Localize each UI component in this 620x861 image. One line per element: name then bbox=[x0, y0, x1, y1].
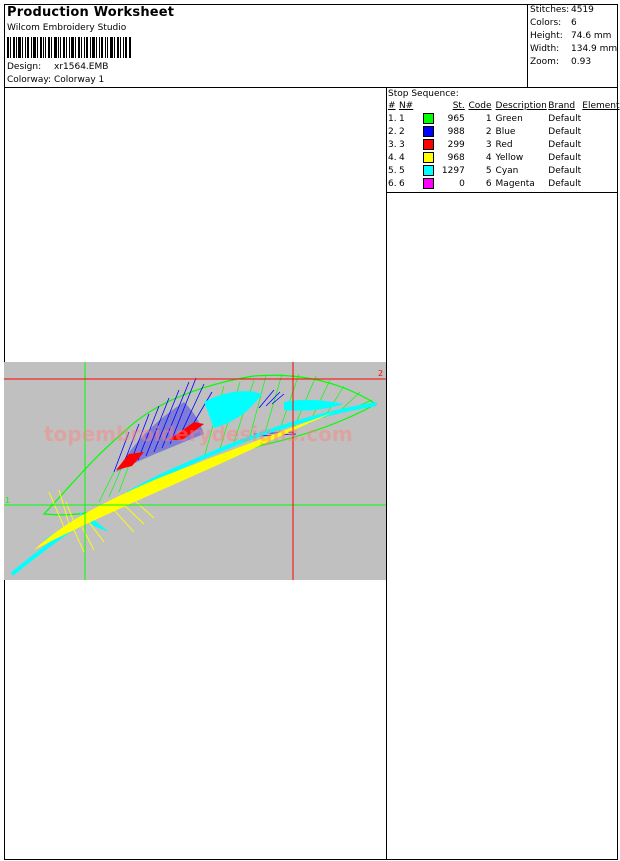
color-swatch bbox=[422, 152, 434, 163]
table-row: 1. 1 965 1 Green Default bbox=[388, 113, 582, 124]
table-row: 3. 3 299 3 Red Default bbox=[388, 139, 582, 150]
table-row: 4. 4 968 4 Yellow Default bbox=[388, 152, 582, 163]
marker-left: 1 bbox=[5, 496, 10, 505]
stat-stitches: Stitches: 4519 bbox=[530, 5, 594, 15]
stop-sequence-bottom-border bbox=[386, 192, 618, 193]
stop-sequence-title: Stop Sequence: bbox=[388, 89, 459, 99]
color-swatch bbox=[422, 165, 434, 176]
software-name: Wilcom Embroidery Studio bbox=[7, 23, 127, 33]
feather-design: 2 1 topembroiderydesigns.com bbox=[4, 362, 386, 580]
stats-divider bbox=[527, 4, 528, 88]
colorway-value: Colorway 1 bbox=[54, 75, 105, 85]
color-swatch bbox=[422, 178, 434, 189]
design-label: Design: bbox=[7, 62, 42, 72]
stat-height: Height: 74.6 mm bbox=[530, 31, 612, 41]
color-swatch bbox=[422, 139, 434, 150]
table-row: 5. 5 1297 5 Cyan Default bbox=[388, 165, 582, 176]
header-num: # bbox=[388, 101, 396, 111]
colorway-row: Colorway: Colorway 1 bbox=[7, 75, 104, 85]
header-n: N# bbox=[398, 101, 414, 111]
design-stats: Stitches: 4519 Colors: 6 Height: 74.6 mm Wi… bbox=[530, 4, 618, 69]
header-code: Code bbox=[468, 101, 492, 111]
page-bottom-border bbox=[4, 859, 618, 860]
stat-zoom: Zoom: 0.93 bbox=[530, 57, 592, 67]
design-preview: 2 1 topembroiderydesigns.com bbox=[4, 362, 386, 580]
design-filename: xr1564.EMB bbox=[54, 62, 109, 72]
barcode bbox=[7, 37, 131, 58]
marker-top-right: 2 bbox=[378, 369, 383, 378]
stop-sequence-header: # N# St. Code Description Brand Element bbox=[388, 100, 620, 113]
header-description: Description bbox=[495, 101, 547, 111]
table-row: 6. 6 0 6 Magenta Default bbox=[388, 178, 582, 189]
stat-colors: Colors: 6 bbox=[530, 18, 577, 28]
colorway-label: Colorway: bbox=[7, 75, 52, 85]
table-row: 2. 2 988 2 Blue Default bbox=[388, 126, 582, 137]
header-element: Element bbox=[582, 101, 620, 111]
stop-sequence: Stop Sequence: # N# St. Code Description… bbox=[388, 88, 620, 191]
body-divider bbox=[386, 87, 387, 860]
header-brand: Brand bbox=[548, 101, 576, 111]
watermark: topembroiderydesigns.com bbox=[44, 422, 353, 446]
design-row: Design: xr1564.EMB bbox=[7, 62, 108, 72]
stat-width: Width: 134.9 mm bbox=[530, 44, 618, 54]
color-swatch bbox=[422, 113, 434, 124]
color-swatch bbox=[422, 126, 434, 137]
header-st: St. bbox=[452, 101, 465, 111]
page-title: Production Worksheet bbox=[7, 5, 175, 20]
stop-sequence-table: # N# St. Code Description Brand Element … bbox=[388, 100, 620, 191]
